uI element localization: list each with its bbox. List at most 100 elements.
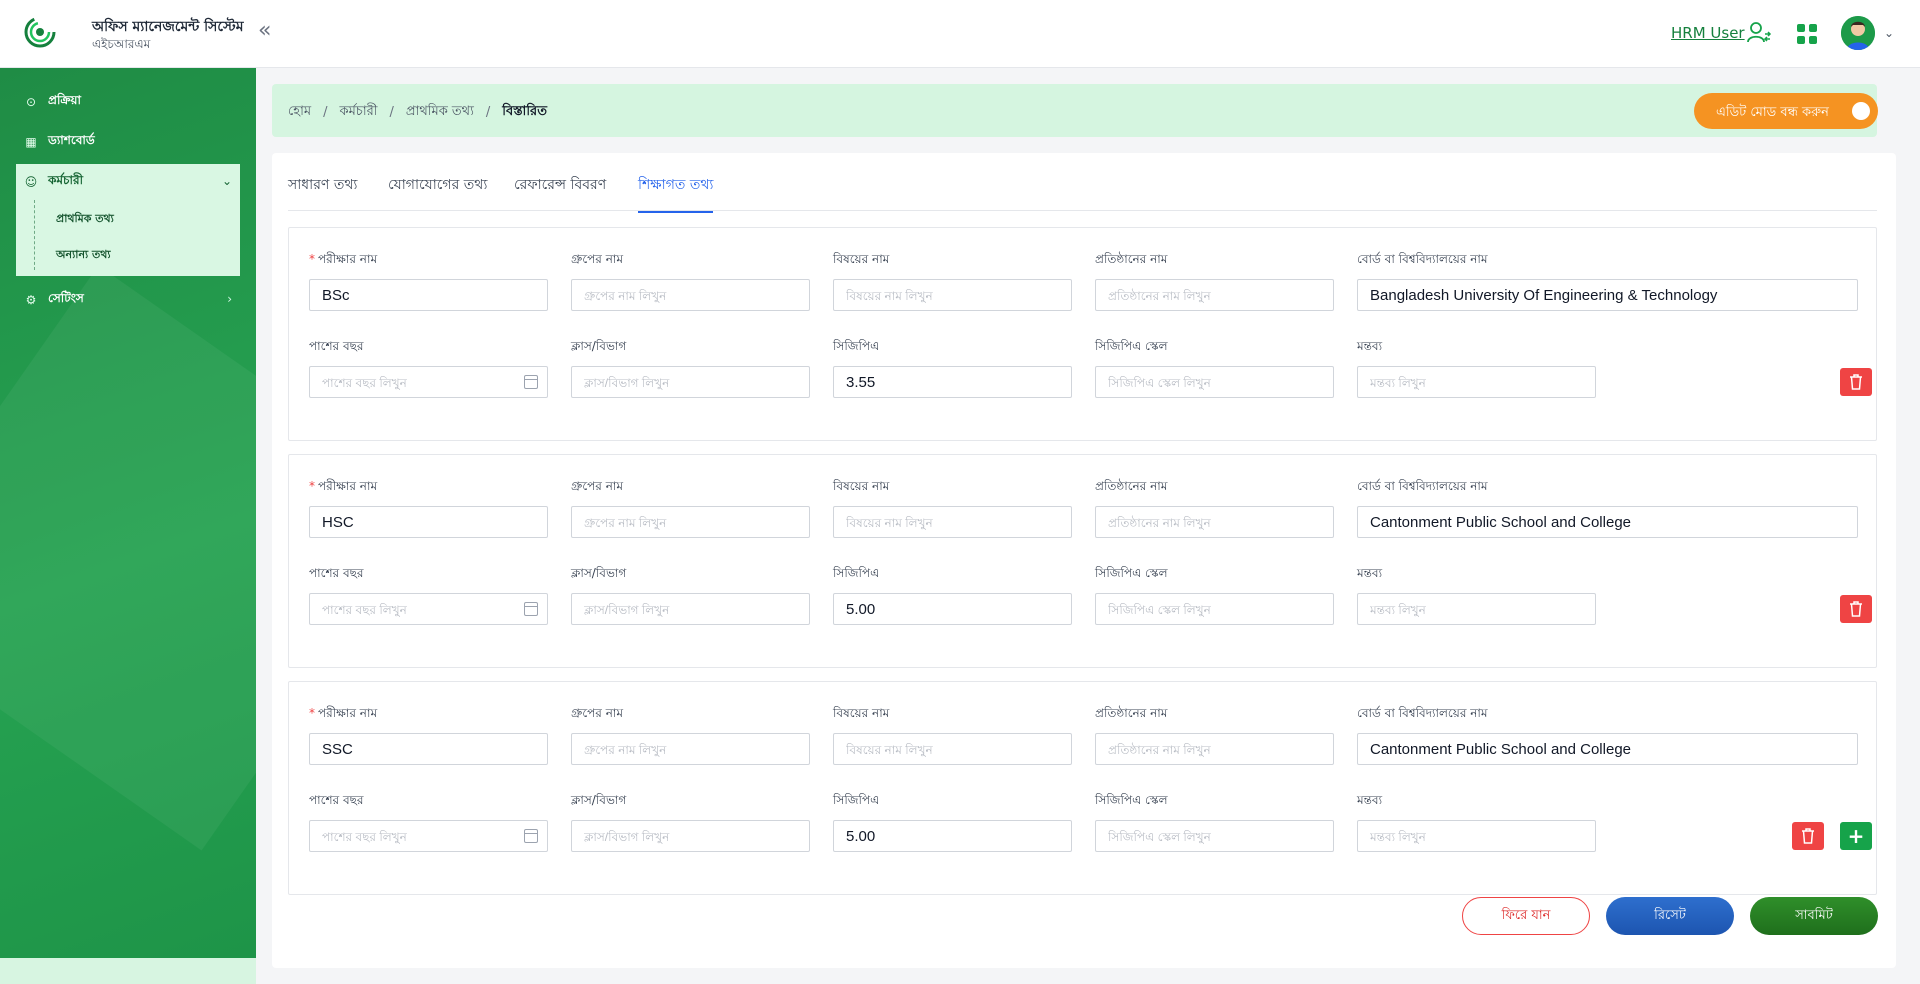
sidebar-item-process[interactable]: ⊙ প্রক্রিয়া (16, 84, 240, 120)
double-chevron-left-icon[interactable]: « (258, 20, 271, 42)
calendar-icon[interactable] (524, 829, 538, 843)
group-name-label: গ্রুপের নাম (571, 479, 624, 493)
cgpa-scale-input[interactable] (1095, 820, 1334, 852)
chevron-right-icon: › (227, 292, 232, 306)
group-name-label: গ্রুপের নাম (571, 252, 624, 266)
user-switch-icon[interactable] (1746, 20, 1772, 46)
passing-year-picker (309, 593, 548, 625)
cgpa-scale-label: সিজিপিএ স্কেল (1095, 793, 1168, 807)
reset-button[interactable]: রিসেট (1606, 897, 1734, 935)
chevron-down-icon[interactable]: ⌄ (1884, 26, 1894, 40)
subject-name-label: বিষয়ের নাম (833, 706, 890, 720)
cgpa-scale-input[interactable] (1095, 366, 1334, 398)
board-name-input[interactable] (1357, 279, 1858, 311)
subject-name-input[interactable] (833, 733, 1072, 765)
apps-grid-icon[interactable] (1797, 24, 1817, 44)
plus-icon[interactable]: + (1840, 822, 1872, 850)
group-name-label: গ্রুপের নাম (571, 706, 624, 720)
chevron-down-icon: ⌄ (221, 174, 232, 188)
dashboard-icon: ▦ (25, 135, 37, 149)
board-name-label: বোর্ড বা বিশ্ববিদ্যালয়ের নাম (1357, 479, 1488, 493)
back-button[interactable]: ফিরে যান (1462, 897, 1590, 935)
main-area: হোম / কর্মচারী / প্রাথমিক তথ্য / বিস্তার… (272, 84, 1896, 968)
exam-name-input[interactable] (309, 506, 548, 538)
exam-name-input[interactable] (309, 279, 548, 311)
top-header: অফিস ম্যানেজমেন্ট সিস্টেম এইচআরএম « HRM … (0, 0, 1920, 68)
sidebar-item-settings[interactable]: ⚙ সেটিংস › (16, 282, 240, 318)
cgpa-input[interactable] (833, 366, 1072, 398)
education-record: * পরীক্ষার নাম গ্রুপের নাম বিষয়ের নাম প্রতি… (288, 454, 1877, 668)
breadcrumb-basic-info[interactable]: প্রাথমিক তথ্য (406, 102, 474, 123)
passing-year-input[interactable] (309, 366, 548, 398)
tab-bar: সাধারণ তথ্য যোগাযোগের তথ্য রেফারেন্স বিব… (288, 153, 1877, 213)
sidebar-item-dashboard[interactable]: ▦ ড্যাশবোর্ড (16, 124, 240, 160)
edit-mode-toggle[interactable]: এডিট মোড বন্ধ করুন (1694, 93, 1878, 129)
remarks-input[interactable] (1357, 593, 1596, 625)
tab-education-info[interactable]: শিক্ষাগত তথ্য (638, 173, 714, 213)
breadcrumb-current: বিস্তারিত (502, 104, 547, 119)
breadcrumb-bar: হোম / কর্মচারী / প্রাথমিক তথ্য / বিস্তার… (272, 84, 1878, 137)
breadcrumb-home[interactable]: হোম (288, 102, 311, 123)
tab-contact-info[interactable]: যোগাযোগের তথ্য (388, 173, 487, 211)
class-division-input[interactable] (571, 366, 810, 398)
passing-year-label: পাশের বছর (309, 339, 364, 353)
breadcrumb-employee[interactable]: কর্মচারী (339, 102, 377, 123)
subject-name-label: বিষয়ের নাম (833, 252, 890, 266)
user-name-link[interactable]: HRM User (1671, 24, 1745, 42)
passing-year-label: পাশের বছর (309, 566, 364, 580)
regulatory-authority-logo[interactable] (24, 14, 64, 52)
cgpa-input[interactable] (833, 820, 1072, 852)
board-name-input[interactable] (1357, 506, 1858, 538)
cgpa-scale-input[interactable] (1095, 593, 1334, 625)
sidebar-item-label: কর্মচারী (48, 173, 84, 187)
cgpa-input[interactable] (833, 593, 1072, 625)
trash-icon[interactable] (1840, 595, 1872, 623)
settings-icon: ⚙ (25, 293, 37, 307)
subject-name-input[interactable] (833, 279, 1072, 311)
sidebar-subitem-basic-info[interactable]: প্রাথমিক তথ্য (56, 210, 114, 229)
process-icon: ⊙ (25, 95, 37, 109)
institution-name-label: প্রতিষ্ঠানের নাম (1095, 252, 1168, 266)
sidebar-group-employee: ☺ কর্মচারী ⌄ প্রাথমিক তথ্য অন্যান্য তথ্য (16, 164, 240, 276)
passing-year-input[interactable] (309, 820, 548, 852)
group-name-input[interactable] (571, 506, 810, 538)
remarks-input[interactable] (1357, 820, 1596, 852)
cgpa-label: সিজিপিএ (833, 339, 880, 353)
user-icon: ☺ (24, 175, 38, 189)
class-division-input[interactable] (571, 593, 810, 625)
institution-name-label: প্রতিষ্ঠানের নাম (1095, 479, 1168, 493)
cgpa-label: সিজিপিএ (833, 566, 880, 580)
avatar[interactable] (1841, 16, 1875, 50)
tab-reference-details[interactable]: রেফারেন্স বিবরণ (514, 173, 606, 211)
trash-icon[interactable] (1840, 368, 1872, 396)
app-subtitle: এইচআরএম (92, 37, 151, 51)
exam-name-input[interactable] (309, 733, 548, 765)
subject-name-label: বিষয়ের নাম (833, 479, 890, 493)
board-name-input[interactable] (1357, 733, 1858, 765)
board-name-label: বোর্ড বা বিশ্ববিদ্যালয়ের নাম (1357, 706, 1488, 720)
cgpa-scale-label: সিজিপিএ স্কেল (1095, 566, 1168, 580)
submit-button[interactable]: সাবমিট (1750, 897, 1878, 935)
group-name-input[interactable] (571, 733, 810, 765)
group-name-input[interactable] (571, 279, 810, 311)
calendar-icon[interactable] (524, 602, 538, 616)
remarks-label: মন্তব্য (1357, 793, 1383, 807)
remarks-input[interactable] (1357, 366, 1596, 398)
class-division-label: ক্লাস/বিভাগ (571, 566, 627, 580)
sidebar-footer (0, 958, 256, 984)
calendar-icon[interactable] (524, 375, 538, 389)
institution-name-input[interactable] (1095, 279, 1334, 311)
institution-name-input[interactable] (1095, 506, 1334, 538)
sidebar-subitem-other-info[interactable]: অন্যান্য তথ্য (56, 246, 111, 265)
trash-icon[interactable] (1792, 822, 1824, 850)
passing-year-label: পাশের বছর (309, 793, 364, 807)
sidebar-item-employee[interactable]: ☺ কর্মচারী ⌄ (16, 164, 240, 200)
cgpa-scale-label: সিজিপিএ স্কেল (1095, 339, 1168, 353)
tab-general-info[interactable]: সাধারণ তথ্য (288, 173, 357, 211)
sidebar-item-label: প্রক্রিয়া (48, 93, 81, 107)
passing-year-input[interactable] (309, 593, 548, 625)
institution-name-input[interactable] (1095, 733, 1334, 765)
subject-name-input[interactable] (833, 506, 1072, 538)
class-division-input[interactable] (571, 820, 810, 852)
edit-mode-label: এডিট মোড বন্ধ করুন (1716, 105, 1829, 120)
